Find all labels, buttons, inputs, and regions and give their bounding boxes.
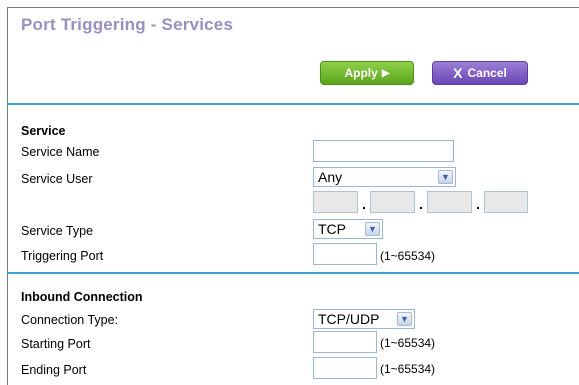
chevron-down-icon: ▼ <box>438 170 453 184</box>
triggering-port-hint: (1~65534) <box>380 249 436 263</box>
ip-octet-2[interactable] <box>370 191 415 213</box>
starting-port-input[interactable] <box>313 331 377 353</box>
chevron-down-icon: ▼ <box>365 222 380 236</box>
apply-button-label: Apply <box>344 66 378 80</box>
starting-port-label: Starting Port <box>21 337 91 351</box>
ending-port-label: Ending Port <box>21 363 87 377</box>
ip-dot: . <box>476 196 480 212</box>
connection-type-select[interactable]: TCP/UDP ▼ <box>313 309 415 329</box>
service-type-value: TCP <box>318 221 346 237</box>
ip-octet-4[interactable] <box>484 191 528 213</box>
service-user-select[interactable]: Any ▼ <box>313 167 456 187</box>
cancel-button-label: Cancel <box>467 66 507 80</box>
ip-octet-1[interactable] <box>313 191 358 213</box>
service-user-label: Service User <box>21 172 93 186</box>
service-type-label: Service Type <box>21 224 94 238</box>
connection-type-value: TCP/UDP <box>318 311 380 327</box>
service-user-value: Any <box>318 169 343 185</box>
x-icon: X <box>453 65 463 81</box>
ip-dot: . <box>419 196 423 212</box>
page-title: Port Triggering - Services <box>21 15 234 34</box>
inbound-heading: Inbound Connection <box>21 290 143 304</box>
ip-dot: . <box>362 196 366 212</box>
starting-port-hint: (1~65534) <box>380 336 436 350</box>
service-name-label: Service Name <box>21 145 100 159</box>
chevron-down-icon: ▼ <box>397 312 412 326</box>
section-divider <box>7 103 579 105</box>
triggering-port-label: Triggering Port <box>21 249 104 263</box>
ending-port-hint: (1~65534) <box>380 362 436 376</box>
apply-button[interactable]: Apply ▶ <box>320 61 414 85</box>
ip-octet-3[interactable] <box>427 191 472 213</box>
play-arrow-icon: ▶ <box>381 67 390 79</box>
connection-type-label: Connection Type: <box>21 313 119 327</box>
section-divider <box>7 272 579 274</box>
service-heading: Service <box>21 124 66 138</box>
ending-port-input[interactable] <box>313 357 377 379</box>
triggering-port-input[interactable] <box>313 243 377 265</box>
service-type-select[interactable]: TCP ▼ <box>313 219 383 239</box>
service-name-input[interactable] <box>313 140 454 162</box>
cancel-button[interactable]: X Cancel <box>432 61 528 85</box>
